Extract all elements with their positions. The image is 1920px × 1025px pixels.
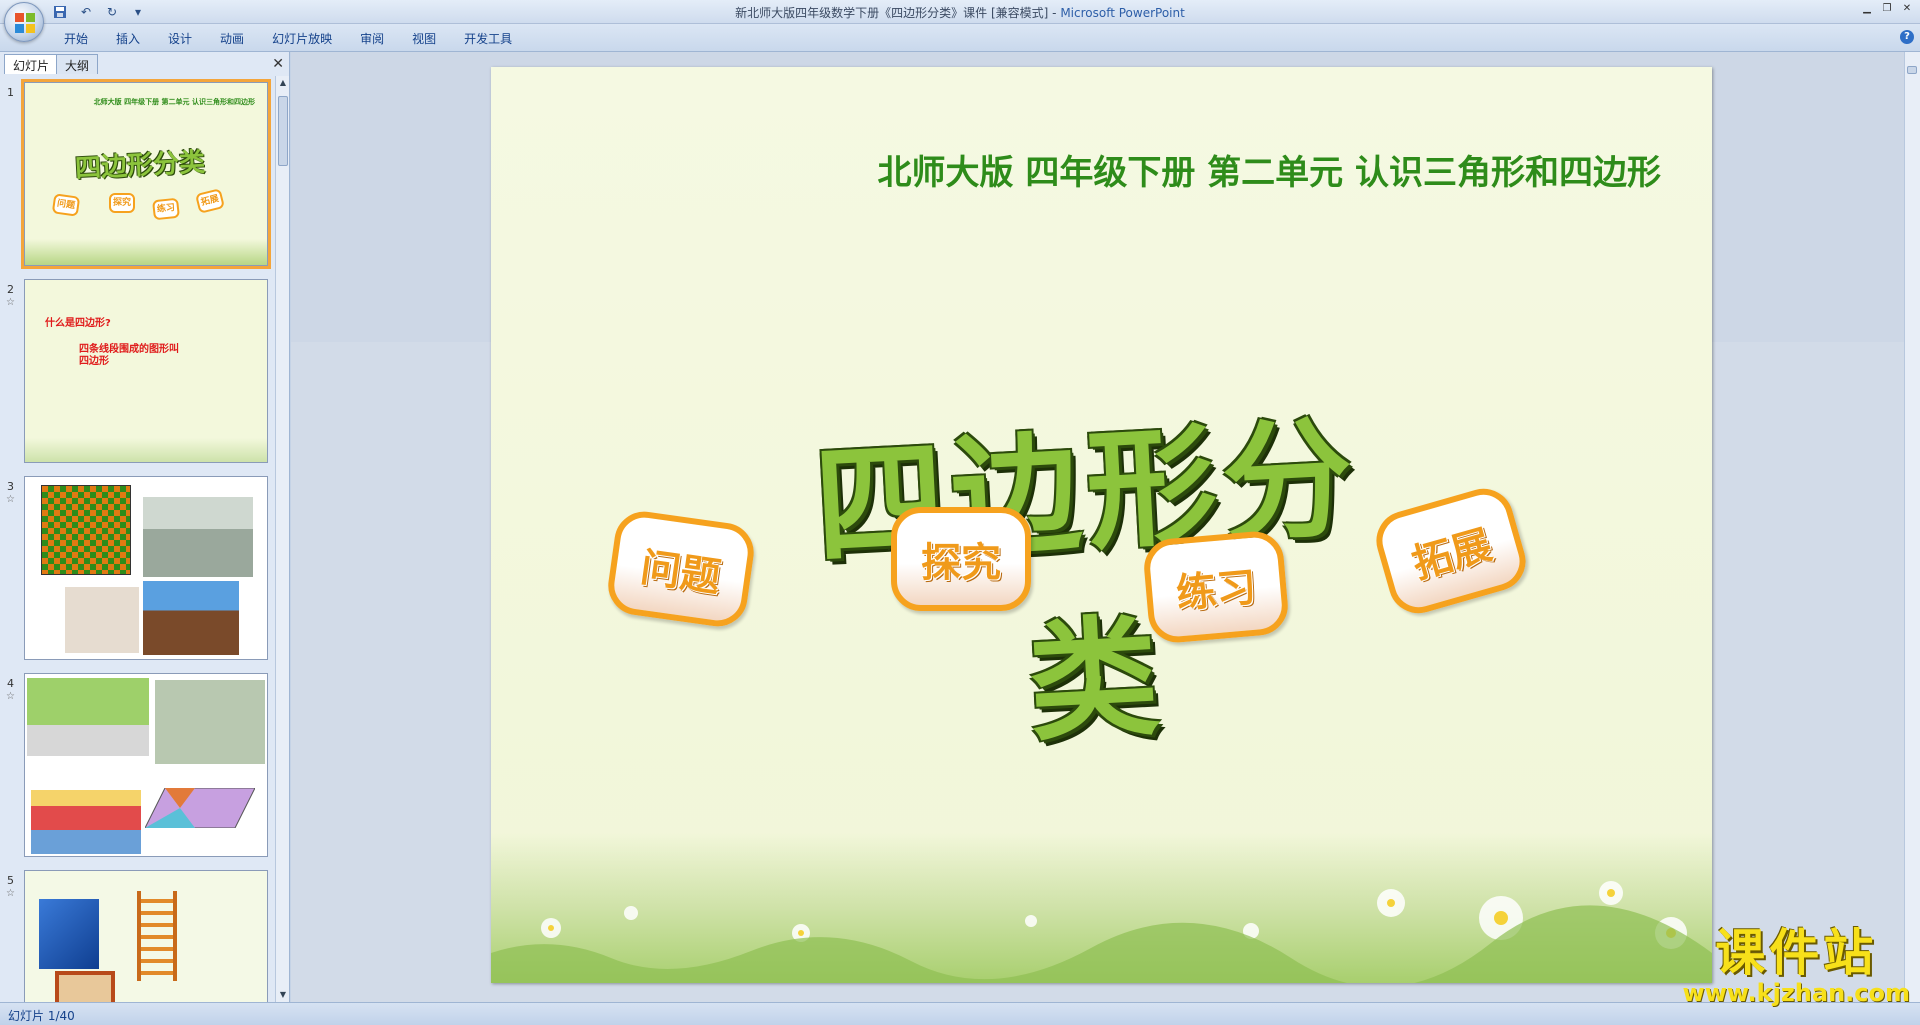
scroll-down-icon[interactable]: ▼ [276,988,290,1002]
status-bar: 幻灯片 1/40 [0,1002,1920,1025]
tab-animations[interactable]: 动画 [206,30,258,48]
thumbnail-title: 四边形分类 [74,147,206,185]
animation-star-icon: ☆ [6,691,15,702]
animation-star-icon: ☆ [6,888,15,899]
slide-number: 4 [7,677,14,690]
thumbnail-meadow [25,239,267,265]
watermark-name: 课件站 [1715,924,1878,982]
slide-thumbnail-4[interactable] [24,673,268,857]
scroll-thumb[interactable] [278,96,288,166]
street-image [143,497,253,577]
thumbnail-list: 1 北师大版 四年级下册 第二单元 认识三角形和四边形 四边形分类 问题 探究 … [0,76,274,1002]
thumbnail-badge-label: 练习 [156,203,176,215]
slides-panel: 幻灯片 大纲 ✕ 1 北师大版 四年级下册 第二单元 认识三角形和四边形 四边形… [0,52,290,1002]
document-title: 新北师大版四年级数学下册《四边形分类》课件 [兼容模式] [735,6,1049,20]
slide-thumbnail-1[interactable]: 北师大版 四年级下册 第二单元 认识三角形和四边形 四边形分类 问题 探究 练习… [21,79,271,269]
thumbnail-badge: 探究 [109,193,135,213]
park-image [27,678,149,756]
slide-counter: 幻灯片 1/40 [8,1009,75,1023]
slide-number: 2 [7,283,14,296]
tiles-image [39,899,99,969]
explore-button[interactable]: 探究 [891,507,1031,611]
thumbnail-scrollbar[interactable]: ▲ ▼ [275,76,289,1002]
slide-thumbnail-2[interactable]: 什么是四边形? 四条线段围成的图形叫 四边形 [24,279,268,463]
office-button[interactable] [4,2,44,42]
tab-review[interactable]: 审阅 [346,30,398,48]
site-watermark: 课件站 www.kjzhan.com [1683,913,1910,1007]
minimize-icon[interactable]: ▁ [1858,2,1876,16]
slide-thumbnail-3[interactable] [24,476,268,660]
practice-button-label: 练习 [1174,564,1259,618]
ribbon: 开始 插入 设计 动画 幻灯片放映 审阅 视图 开发工具 ? [0,24,1920,52]
thumbnail-row-1: 1 北师大版 四年级下册 第二单元 认识三角形和四边形 四边形分类 问题 探究 … [0,79,274,269]
animation-star-icon: ☆ [6,494,15,505]
current-slide[interactable]: 北师大版 四年级下册 第二单元 认识三角形和四边形 四边形分类 问题 探究 练习… [491,67,1712,983]
practice-button[interactable]: 练习 [1141,529,1291,645]
thumbnail-badge: 练习 [152,197,180,221]
app-name: Microsoft PowerPoint [1060,6,1185,20]
ladder-image [137,891,177,981]
slide-thumbnail-5[interactable] [24,870,268,1002]
close-panel-icon[interactable]: ✕ [272,56,284,72]
tab-slides[interactable]: 幻灯片 [4,54,59,74]
house-image [31,774,141,854]
window-controls: ▁ ❐ ✕ [1858,2,1916,16]
thumbnail-text: 什么是四边形? [45,318,111,329]
title-bar: ↶ ↻ ▾ 新北师大版四年级数学下册《四边形分类》课件 [兼容模式] - Mic… [0,0,1920,24]
scroll-up-icon[interactable]: ▲ [276,76,290,90]
animation-star-icon: ☆ [6,297,15,308]
daisy-flowers [491,881,1712,983]
tab-insert[interactable]: 插入 [102,30,154,48]
explore-button-label: 探究 [921,540,1001,586]
building-image [143,581,239,655]
meadow-background [491,833,1712,983]
chair-image [65,587,139,653]
slide-number: 1 [7,86,14,99]
tab-view[interactable]: 视图 [398,30,450,48]
tab-outline[interactable]: 大纲 [56,54,99,74]
tab-slide-show[interactable]: 幻灯片放映 [258,30,346,48]
window-title: 新北师大版四年级数学下册《四边形分类》课件 [兼容模式] - Microsoft… [0,4,1920,21]
extension-button-label: 拓展 [1407,521,1497,588]
tab-home[interactable]: 开始 [50,30,102,48]
thumbnail-badge: 问题 [51,193,81,217]
thumbnail-badge-label: 问题 [56,198,76,212]
slide-number: 3 [7,480,14,493]
thumbnail-row-3: 3 ☆ [0,476,274,662]
track-image [155,680,265,764]
thumbnail-badge: 拓展 [194,188,226,214]
ribbon-tabs: 开始 插入 设计 动画 幻灯片放映 审阅 视图 开发工具 [50,30,526,48]
thumbnail-subtitle: 北师大版 四年级下册 第二单元 认识三角形和四边形 [93,98,255,106]
editor-scroll-thumb[interactable] [1907,66,1917,74]
thumbnail-row-5: 5 ☆ [0,870,274,1002]
thumbnail-row-2: 2 ☆ 什么是四边形? 四条线段围成的图形叫 四边形 [0,279,274,465]
editor-scrollbar[interactable] [1904,52,1920,1002]
slide-subtitle[interactable]: 北师大版 四年级下册 第二单元 认识三角形和四边形 [491,145,1661,194]
thumbnail-text: 四边形 [79,356,109,367]
close-icon[interactable]: ✕ [1898,2,1916,16]
tangram-image [145,788,255,828]
title-separator: - [1048,6,1061,20]
thumbnail-row-4: 4 ☆ [0,673,274,859]
slide-editor: 北师大版 四年级下册 第二单元 认识三角形和四边形 四边形分类 问题 探究 练习… [291,52,1904,1002]
tab-design[interactable]: 设计 [154,30,206,48]
tab-developer[interactable]: 开发工具 [450,30,526,48]
frame-image [55,971,115,1002]
help-icon[interactable]: ? [1900,30,1914,44]
question-button-label: 问题 [637,544,724,602]
watermark-url: www.kjzhan.com [1682,979,1910,1007]
checker-image [41,485,131,575]
slide-title[interactable]: 四边形分类 [772,371,1411,779]
question-button[interactable]: 问题 [604,507,758,631]
slide-number: 5 [7,874,14,887]
panel-tabs: 幻灯片 大纲 ✕ [2,54,288,74]
maximize-icon[interactable]: ❐ [1878,2,1896,16]
thumbnail-meadow [25,438,267,462]
office-logo-icon [15,13,35,33]
thumbnail-badge-label: 拓展 [200,193,220,209]
thumbnail-badge-label: 探究 [112,198,131,208]
